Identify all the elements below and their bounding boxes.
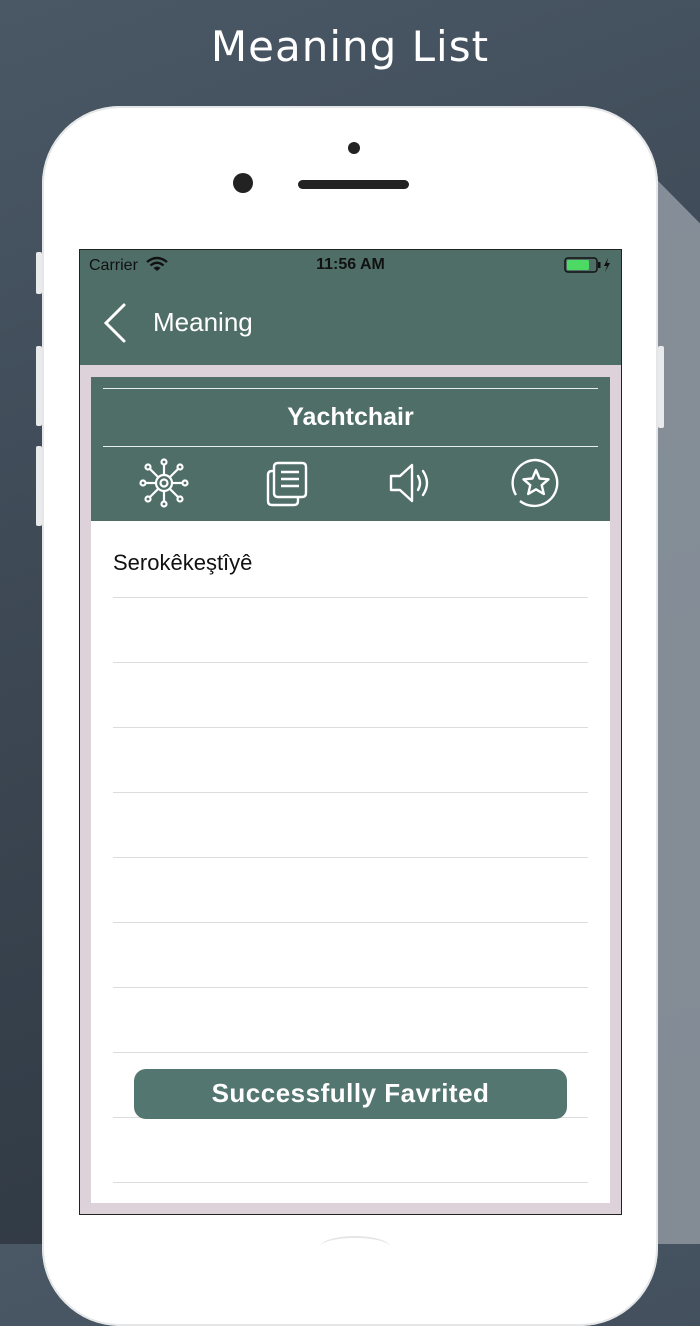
meaning-item[interactable]: Serokêkeştîyê [113,550,252,576]
phone-speaker [298,180,409,189]
status-time: 11:56 AM [316,256,385,273]
row-divider [113,857,588,858]
phone-sensor [348,142,360,154]
row-divider [113,1052,588,1053]
word-card-header: Yachtchair [91,377,610,521]
phone-camera [233,173,253,193]
row-divider [113,662,588,663]
row-divider [113,1182,588,1183]
divider [103,446,598,447]
row-divider [113,922,588,923]
status-bar: Carrier 11:56 AM [80,250,621,280]
divider [103,388,598,389]
word-card: Yachtchair Serokêkeştîyê Successfully Fa… [91,377,610,1203]
row-divider [113,987,588,988]
power-button [658,346,664,428]
speaker-icon[interactable] [386,457,438,509]
nav-title: Meaning [153,307,253,337]
star-icon[interactable] [510,457,562,509]
battery-icon [564,257,610,273]
row-divider [113,727,588,728]
row-divider [113,597,588,598]
row-divider [113,792,588,793]
copy-icon[interactable] [262,457,314,509]
toast-message: Successfully Favrited [134,1069,567,1119]
page-headline: Meaning List [210,22,490,71]
network-icon[interactable] [138,457,190,509]
nav-bar: Meaning [80,280,621,365]
chevron-left-icon[interactable] [100,302,130,344]
app-screen: Carrier 11:56 AM Meaning Yachtchair Sero… [79,249,622,1215]
word-title: Yachtchair [287,403,414,431]
home-button [320,1236,390,1258]
